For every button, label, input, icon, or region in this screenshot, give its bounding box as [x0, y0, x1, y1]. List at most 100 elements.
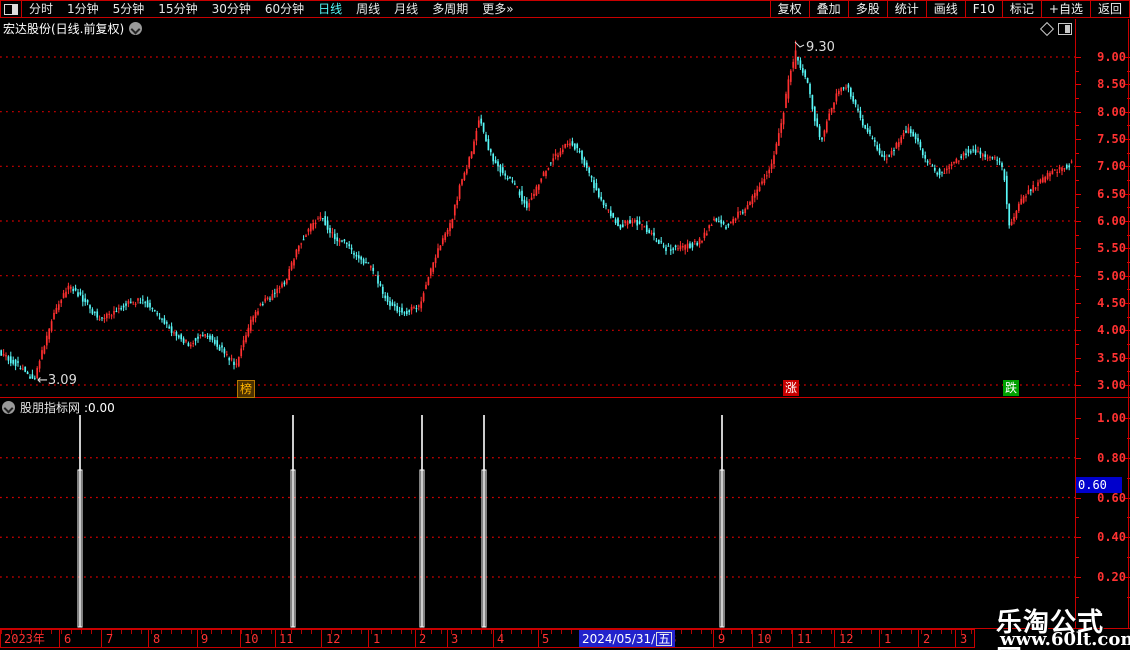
- selected-date-box: 2024/05/31/ 五: [579, 630, 676, 647]
- month-divider: [240, 630, 241, 647]
- indicator-axis-label: 0.20: [1097, 570, 1126, 584]
- axis-minor-tick: [1076, 517, 1079, 519]
- axis-minor-tick: [1076, 262, 1079, 264]
- price-axis-label: 6.00: [1097, 213, 1126, 228]
- watermark-url: www.60lt.com: [1000, 629, 1130, 650]
- date-axis-label: 3: [451, 632, 459, 646]
- indicator-axis-label: 0.40: [1097, 530, 1126, 545]
- indicator-name[interactable]: 股朋指标网: [20, 399, 80, 416]
- price-axis-label: 4.50: [1097, 295, 1126, 310]
- axis-minor-tick: [1076, 70, 1079, 72]
- month-divider: [275, 630, 276, 647]
- axis-minor-tick: [1076, 437, 1079, 439]
- axis-minor-tick: [1076, 289, 1079, 291]
- right-border: [1128, 19, 1129, 629]
- axis-minor-tick: [1076, 152, 1079, 154]
- indicator-current-value-box: 0.60: [1076, 477, 1122, 493]
- price-axis-label: 3.50: [1097, 350, 1126, 365]
- indicator-header: 股朋指标网 :0.00: [2, 399, 115, 416]
- price-axis-label: 5.50: [1097, 241, 1126, 256]
- axis-tick: [1076, 248, 1081, 250]
- svg-text:←3.09: ←3.09: [37, 373, 77, 388]
- date-axis-label: 5: [542, 632, 550, 646]
- date-axis-label: 4: [497, 632, 505, 646]
- indicator-value: :0.00: [84, 400, 115, 415]
- price-axis-label: 7.00: [1097, 159, 1126, 174]
- rank-badge[interactable]: 榜: [237, 380, 255, 398]
- selected-date: 2024/05/31/: [582, 631, 656, 646]
- date-axis-label: 9: [718, 632, 726, 646]
- axis-tick: [1076, 302, 1081, 304]
- month-divider: [955, 630, 956, 647]
- down-badge[interactable]: 跌: [1003, 380, 1019, 396]
- month-divider: [321, 630, 322, 647]
- axis-tick: [1076, 537, 1081, 539]
- candlestick-chart: 9.30 ←3.09: [0, 40, 1075, 388]
- up-badge[interactable]: 涨: [783, 380, 799, 396]
- indicator-axis-label: 0.80: [1097, 450, 1126, 465]
- month-divider: [59, 630, 60, 647]
- month-divider: [493, 630, 494, 647]
- month-divider: [368, 630, 369, 647]
- month-divider: [415, 630, 416, 647]
- axis-minor-tick: [1076, 316, 1079, 318]
- price-axis-label: 6.50: [1097, 186, 1126, 201]
- date-axis-label: 11: [797, 632, 812, 646]
- axis-minor-tick: [1076, 371, 1079, 373]
- svg-text:9.30: 9.30: [806, 40, 835, 55]
- month-divider: [101, 630, 102, 647]
- month-divider: [148, 630, 149, 647]
- date-axis-label: 1: [373, 632, 381, 646]
- price-axis-label: 4.00: [1097, 323, 1126, 338]
- price-axis-label: 8.00: [1097, 104, 1126, 119]
- date-axis-label: 10: [757, 632, 772, 646]
- date-axis-label: 2: [923, 632, 931, 646]
- date-axis-label: 3: [960, 632, 968, 646]
- axis-tick: [1076, 84, 1081, 86]
- date-axis-label: 10: [244, 632, 259, 646]
- axis-minor-tick: [1076, 125, 1079, 127]
- axis-tick: [1076, 166, 1081, 168]
- price-axis-label: 5.00: [1097, 268, 1126, 283]
- month-divider: [834, 630, 835, 647]
- date-axis-label: 1: [884, 632, 892, 646]
- indicator-axis-label: 1.00: [1097, 411, 1126, 425]
- date-axis-label: 12: [839, 632, 854, 646]
- month-divider: [879, 630, 880, 647]
- stock-app-window: 分时 1分钟 5分钟 15分钟 30分钟 60分钟 日线 周线 月线 多周期 更多» 复权 叠加 多股统…: [0, 0, 1130, 650]
- price-axis-label: 8.50: [1097, 77, 1126, 92]
- selected-weekday: 五: [656, 631, 673, 646]
- date-axis[interactable]: 2024/05/31/ 五 2023年678910111212345891011…: [0, 629, 975, 648]
- date-axis-label: 2: [419, 632, 427, 646]
- axis-left-border: [1075, 19, 1076, 629]
- chevron-down-icon[interactable]: [2, 401, 15, 414]
- month-divider: [197, 630, 198, 647]
- axis-tick: [1076, 577, 1081, 578]
- axis-minor-tick: [1076, 234, 1079, 236]
- date-axis-label: 11: [279, 632, 294, 646]
- month-divider: [713, 630, 714, 647]
- price-axis-label: 7.50: [1097, 131, 1126, 146]
- axis-tick: [1076, 418, 1081, 419]
- date-axis-label: 12: [326, 632, 341, 646]
- axis-tick: [1076, 457, 1081, 459]
- date-axis-label: 8: [153, 632, 161, 646]
- axis-tick: [1076, 220, 1081, 222]
- date-axis-label: 6: [64, 632, 72, 646]
- axis-tick: [1076, 357, 1081, 359]
- date-axis-label: 7: [106, 632, 114, 646]
- price-axis-label: 9.00: [1097, 50, 1126, 64]
- axis-minor-tick: [1076, 557, 1079, 559]
- month-divider: [918, 630, 919, 647]
- axis-tick: [1076, 111, 1081, 113]
- tool-menu-item-8[interactable]: 返回: [1089, 1, 1130, 17]
- axis-tick: [1076, 57, 1081, 58]
- axis-tick: [1076, 330, 1081, 332]
- axis-tick: [1076, 193, 1081, 195]
- axis-minor-tick: [1076, 596, 1079, 598]
- axis-minor-tick: [1076, 207, 1079, 209]
- indicator-chart: [0, 415, 1075, 628]
- date-axis-label: 2023年: [4, 632, 45, 646]
- axis-tick: [1076, 384, 1081, 386]
- axis-minor-tick: [1076, 344, 1079, 346]
